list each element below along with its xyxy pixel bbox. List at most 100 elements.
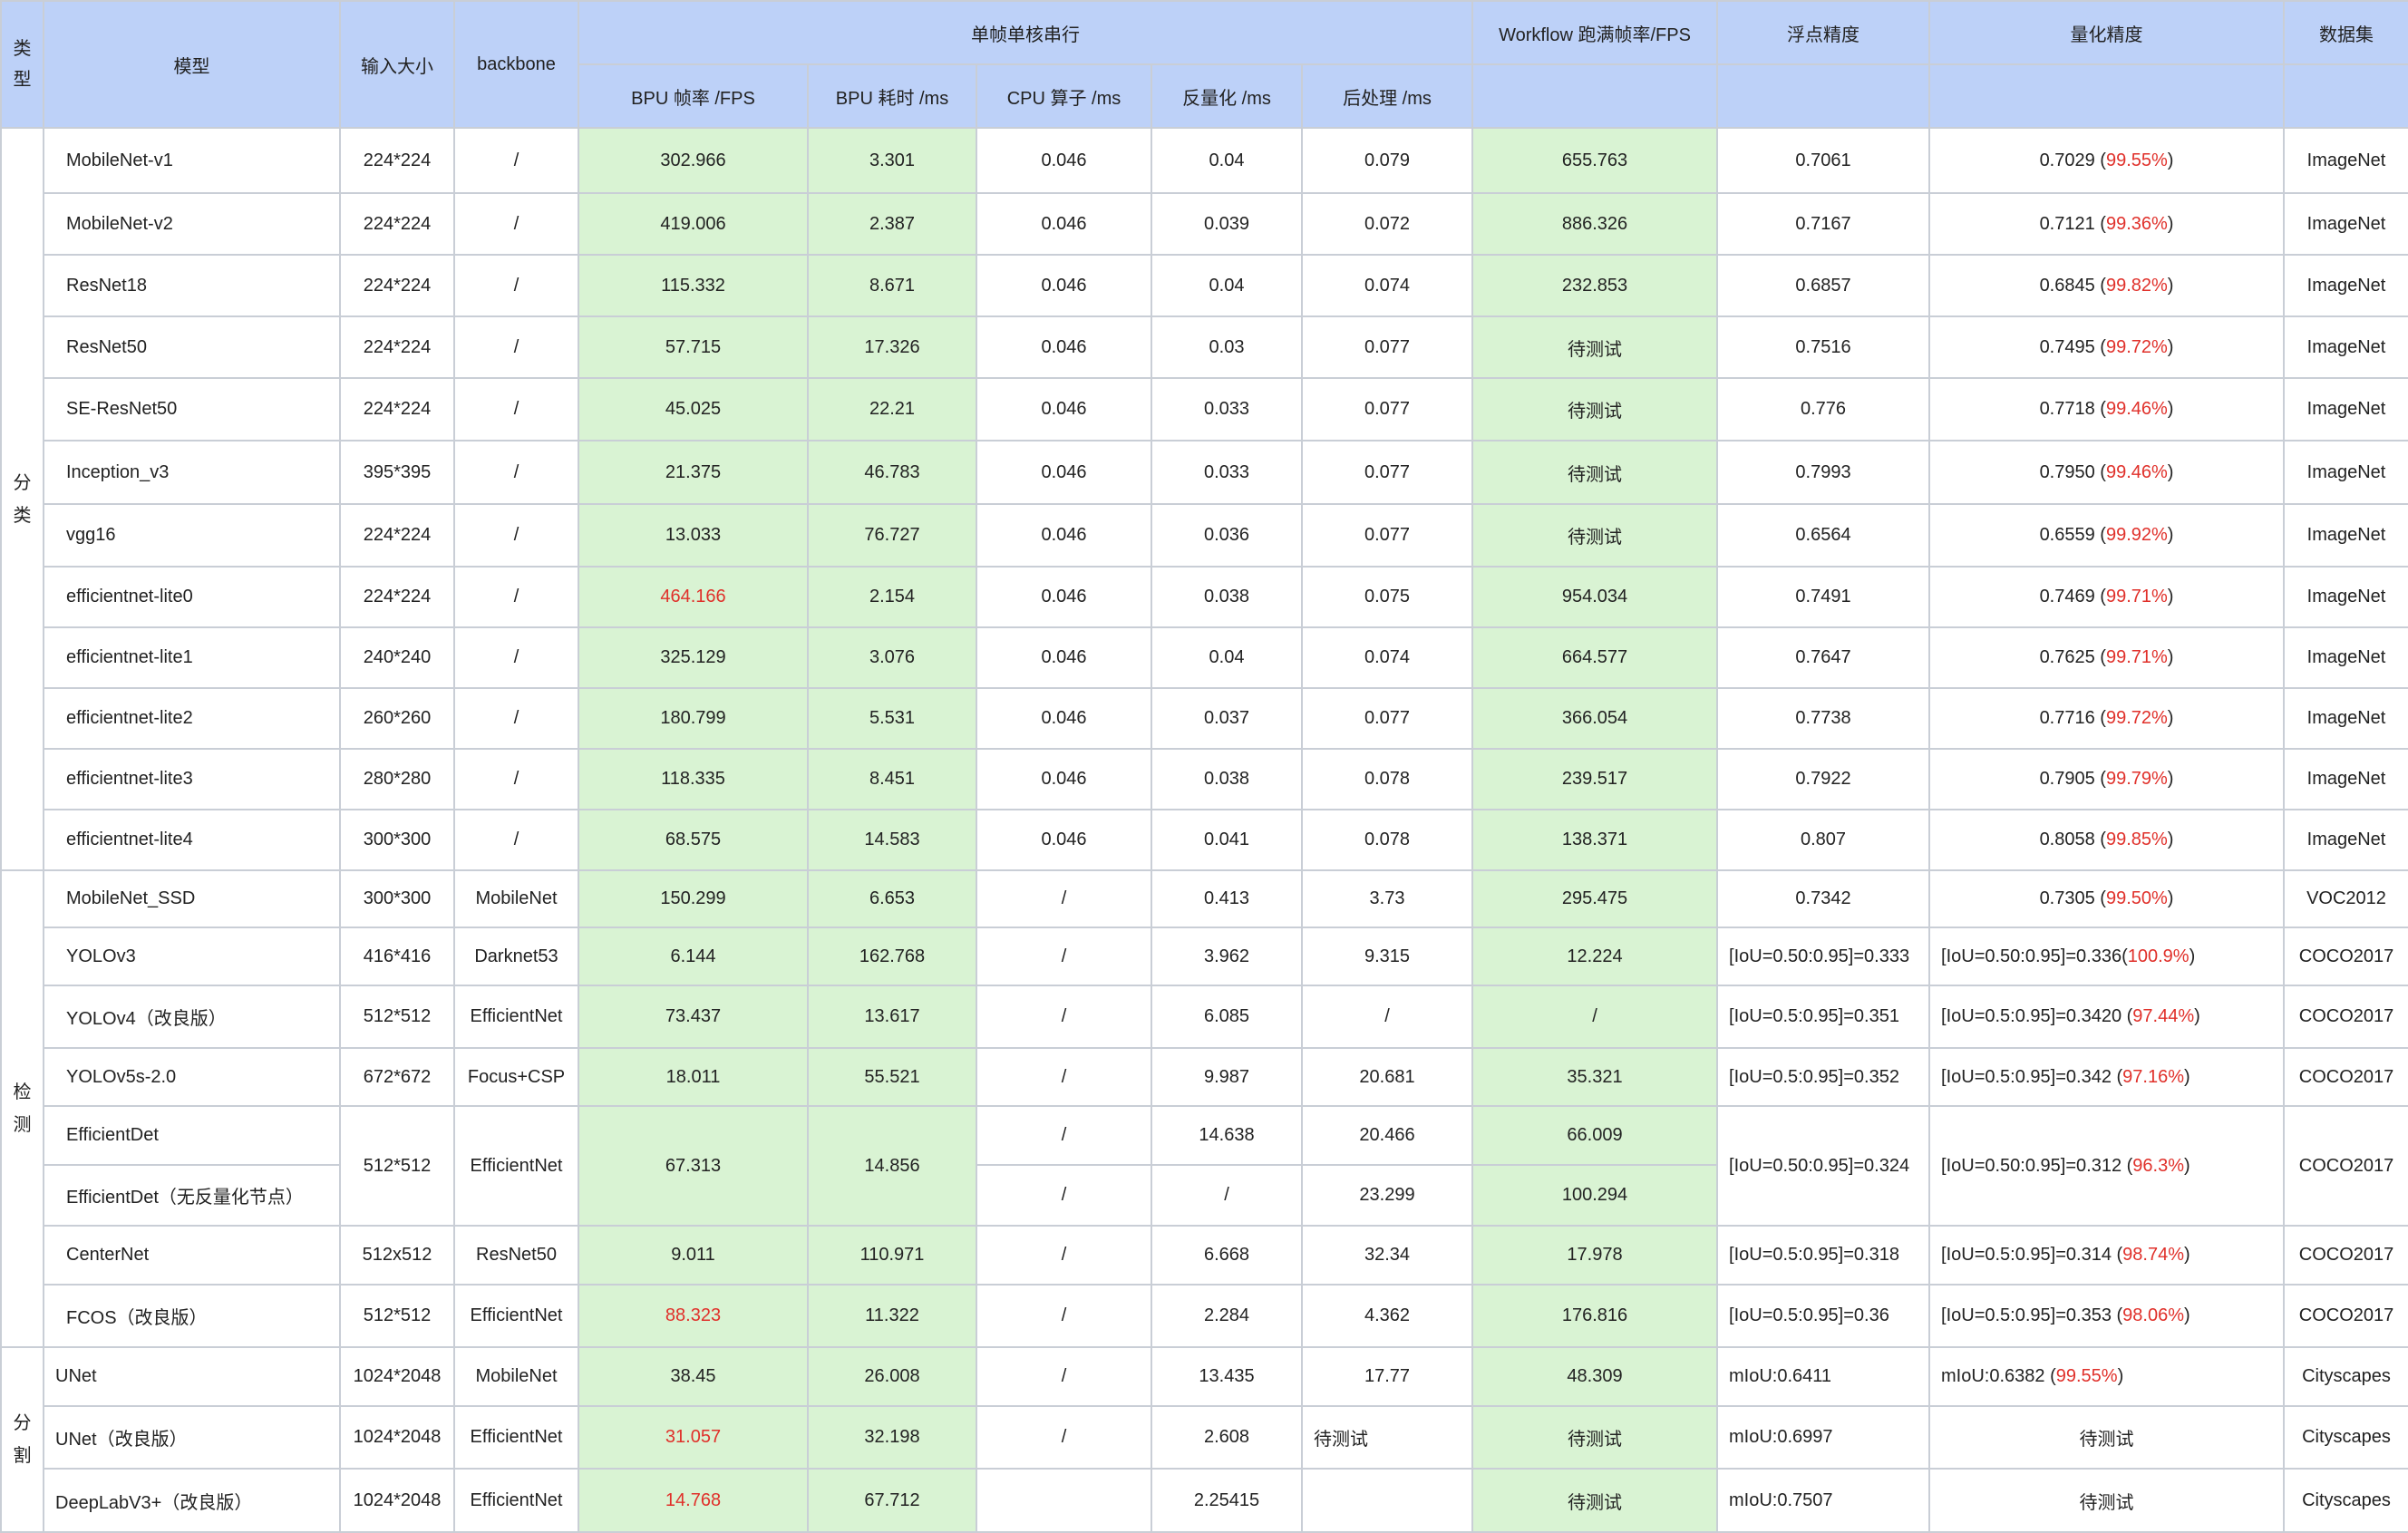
bpu-fps: 115.332 xyxy=(578,254,809,317)
workflow-fps: 295.475 xyxy=(1471,869,1719,928)
post-ms: 0.077 xyxy=(1300,377,1474,441)
quant-close: ) xyxy=(2189,946,2196,966)
bpu-fps: 180.799 xyxy=(578,687,809,750)
category-cell: 分割 xyxy=(0,1346,44,1533)
backbone: / xyxy=(453,626,579,689)
workflow-fps: 待测试 xyxy=(1471,315,1719,379)
dataset: ImageNet xyxy=(2283,440,2408,505)
table-row: MobileNet-v2 224*224 / 419.006 2.387 0.0… xyxy=(1,192,2408,256)
input-size: 512x512 xyxy=(339,1225,455,1286)
dataset: ImageNet xyxy=(2283,254,2408,317)
quant-acc: [IoU=0.50:0.95]=0.312 (96.3%) xyxy=(1928,1105,2286,1227)
bpu-ms: 3.076 xyxy=(807,626,977,689)
backbone: / xyxy=(453,503,579,568)
backbone: / xyxy=(453,748,579,810)
workflow-fps: 366.054 xyxy=(1471,687,1719,750)
quant-percent: 96.3% xyxy=(2132,1155,2185,1176)
workflow-fps: 232.853 xyxy=(1471,254,1719,317)
quant-percent: 99.79% xyxy=(2105,769,2168,789)
dequant-ms: 2.25415 xyxy=(1151,1468,1303,1533)
quant-close: ) xyxy=(2167,888,2174,908)
model-name: UNet（改良版） xyxy=(43,1405,341,1470)
backbone: / xyxy=(453,809,579,871)
table-row: 检测 MobileNet_SSD 300*300 MobileNet 150.2… xyxy=(0,869,2408,1348)
post-ms: 32.34 xyxy=(1300,1225,1474,1286)
header-type: 类型 xyxy=(0,0,44,129)
quant-close: ) xyxy=(2184,1245,2190,1265)
model-name: MobileNet-v2 xyxy=(43,192,341,256)
input-size: 224*224 xyxy=(339,192,455,256)
input-size: 1024*2048 xyxy=(339,1405,455,1470)
quant-percent: 97.16% xyxy=(2122,1066,2185,1087)
model-name: vgg16 xyxy=(43,503,341,568)
workflow-fps: 待测试 xyxy=(1471,1405,1719,1470)
header-single-core: 单帧单核串行 xyxy=(577,0,1474,65)
quant-acc: 0.7718 (99.46%) xyxy=(1928,377,2286,441)
table-row: ResNet50 224*224 / 57.715 17.326 0.046 0… xyxy=(1,315,2408,379)
backbone: EfficientNet xyxy=(453,985,579,1049)
header-input-size: 输入大小 xyxy=(339,0,455,129)
quant-acc: [IoU=0.50:0.95]=0.336(100.9%) xyxy=(1928,927,2286,986)
quant-percent: 97.44% xyxy=(2132,1006,2195,1026)
backbone: / xyxy=(453,315,579,379)
bpu-fps: 14.768 xyxy=(578,1468,809,1533)
header-post-ms: 后处理 /ms xyxy=(1300,63,1474,129)
table-row: YOLOv5s-2.0 672*672 Focus+CSP 18.011 55.… xyxy=(1,1047,2408,1107)
input-size: 416*416 xyxy=(339,927,455,986)
dataset: ImageNet xyxy=(2283,626,2408,689)
header-backbone: backbone xyxy=(453,0,579,129)
workflow-fps: 待测试 xyxy=(1471,1468,1719,1533)
quant-percent: 99.50% xyxy=(2105,888,2168,908)
quant-value: 0.7625 ( xyxy=(2039,647,2106,667)
table-row: YOLOv4（改良版） 512*512 EfficientNet 73.437 … xyxy=(1,985,2408,1049)
float-acc: mIoU:0.6411 xyxy=(1716,1346,1931,1407)
float-acc: [IoU=0.5:0.95]=0.36 xyxy=(1716,1284,1931,1348)
float-acc: 0.6564 xyxy=(1716,503,1931,568)
dataset: ImageNet xyxy=(2283,687,2408,750)
bpu-fps: 464.166 xyxy=(578,566,809,628)
post-ms: 0.075 xyxy=(1300,566,1474,628)
bpu-ms: 14.583 xyxy=(807,809,977,871)
float-acc: [IoU=0.50:0.95]=0.324 xyxy=(1716,1105,1931,1227)
quant-acc: [IoU=0.5:0.95]=0.314 (98.74%) xyxy=(1928,1225,2286,1286)
backbone: EfficientNet xyxy=(453,1105,579,1227)
quant-close: ) xyxy=(2184,1155,2190,1176)
cpu-ms: 0.046 xyxy=(976,254,1152,317)
dequant-ms: 0.037 xyxy=(1151,687,1303,750)
bpu-ms: 13.617 xyxy=(807,985,977,1049)
quant-percent: 98.74% xyxy=(2122,1245,2185,1265)
model-name: efficientnet-lite3 xyxy=(43,748,341,810)
input-size: 300*300 xyxy=(339,869,455,928)
bpu-ms: 14.856 xyxy=(807,1105,977,1227)
workflow-fps: 100.294 xyxy=(1471,1164,1719,1227)
backbone: / xyxy=(453,687,579,750)
workflow-fps: 886.326 xyxy=(1471,192,1719,256)
float-acc: 0.7647 xyxy=(1716,626,1931,689)
cpu-ms: / xyxy=(976,985,1152,1049)
quant-value: 0.7718 ( xyxy=(2039,399,2106,419)
quant-acc: 0.7495 (99.72%) xyxy=(1928,315,2286,379)
model-name: DeepLabV3+（改良版） xyxy=(43,1468,341,1533)
float-acc: 0.6857 xyxy=(1716,254,1931,317)
quant-close: ) xyxy=(2167,336,2174,357)
float-acc: [IoU=0.5:0.95]=0.351 xyxy=(1716,985,1931,1049)
dequant-ms: 2.284 xyxy=(1151,1284,1303,1348)
quant-acc: 0.7905 (99.79%) xyxy=(1928,748,2286,810)
quant-acc: mIoU:0.6382 (99.55%) xyxy=(1928,1346,2286,1407)
post-ms: 0.079 xyxy=(1300,127,1474,194)
backbone: EfficientNet xyxy=(453,1405,579,1470)
dequant-ms: 0.033 xyxy=(1151,377,1303,441)
dequant-ms: 14.638 xyxy=(1151,1105,1303,1166)
workflow-fps: 12.224 xyxy=(1471,927,1719,986)
table-row: ResNet18 224*224 / 115.332 8.671 0.046 0… xyxy=(1,254,2408,317)
cpu-ms: / xyxy=(976,1346,1152,1407)
input-size: 224*224 xyxy=(339,566,455,628)
float-acc: 0.7993 xyxy=(1716,440,1931,505)
post-ms: 0.077 xyxy=(1300,503,1474,568)
dataset: Cityscapes xyxy=(2283,1346,2408,1407)
header-model: 模型 xyxy=(43,0,341,129)
post-ms: 0.072 xyxy=(1300,192,1474,256)
quant-value: 0.7469 ( xyxy=(2039,587,2106,606)
input-size: 1024*2048 xyxy=(339,1468,455,1533)
quant-close: ) xyxy=(2167,525,2174,545)
